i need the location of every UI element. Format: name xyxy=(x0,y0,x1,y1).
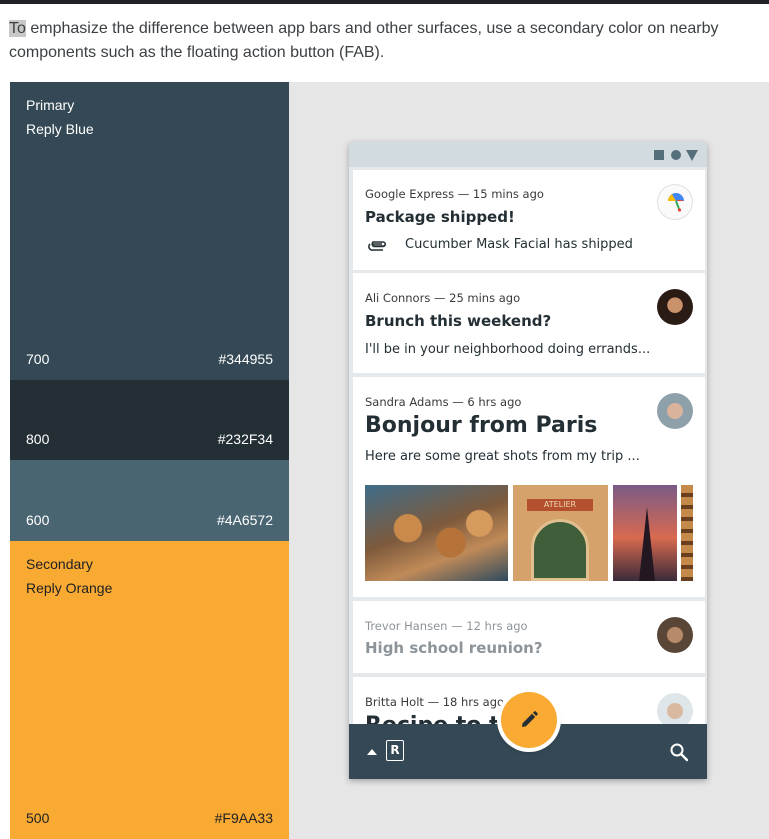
email-preview: Cucumber Mask Facial has shipped xyxy=(405,237,633,252)
email-card[interactable]: Sandra Adams — 6 hrs ago Bonjour from Pa… xyxy=(353,377,705,597)
swatch-800: 800 #232F34 xyxy=(10,380,289,460)
color-swatches: Primary Reply Blue 700 #344955 800 #232F… xyxy=(10,82,289,839)
attachment-icon xyxy=(368,241,386,251)
photo-atelier-door[interactable]: ATELIER xyxy=(513,485,608,581)
photo-eiffel-tower[interactable] xyxy=(613,485,677,581)
swatch-hex: #F9AA33 xyxy=(214,810,273,826)
arrow-up-icon[interactable] xyxy=(367,749,377,755)
ali-connors-avatar xyxy=(657,289,693,325)
phone-screen: Google Express — 15 mins ago Package shi… xyxy=(349,142,707,779)
tower-silhouette xyxy=(639,507,655,581)
atelier-sign: ATELIER xyxy=(527,499,593,511)
swatch-color-name: Reply Blue xyxy=(26,121,94,137)
email-preview: I'll be in your neighborhood doing erran… xyxy=(365,342,651,357)
photo-attachments: ATELIER xyxy=(365,485,693,581)
google-express-logo xyxy=(657,184,693,220)
status-bar xyxy=(349,142,707,167)
device-mockup-area: Google Express — 15 mins ago Package shi… xyxy=(289,82,769,839)
email-meta: Ali Connors — 25 mins ago xyxy=(365,291,521,305)
intro-paragraph: To emphasize the difference between app … xyxy=(9,17,749,65)
photo-pastries[interactable] xyxy=(365,485,508,581)
compose-fab[interactable] xyxy=(501,692,557,748)
swatch-700: Primary Reply Blue 700 #344955 xyxy=(10,82,289,380)
swatch-hex: #232F34 xyxy=(217,431,273,447)
trevor-hansen-avatar xyxy=(657,617,693,653)
email-card[interactable]: Ali Connors — 25 mins ago Brunch this we… xyxy=(353,273,705,373)
email-meta: Britta Holt — 18 hrs ago xyxy=(365,695,505,709)
photo-macarons[interactable] xyxy=(681,485,693,581)
swatch-weight: 500 xyxy=(26,810,50,826)
door-shape xyxy=(531,519,589,581)
email-subject: High school reunion? xyxy=(365,639,543,657)
top-divider xyxy=(0,0,769,4)
triangle-icon xyxy=(686,150,698,161)
email-subject: Brunch this weekend? xyxy=(365,312,552,330)
swatch-hex: #4A6572 xyxy=(216,512,273,528)
sandra-adams-avatar xyxy=(657,393,693,429)
swatch-600: 600 #4A6572 xyxy=(10,460,289,541)
swatch-color-name: Reply Orange xyxy=(26,580,113,596)
swatch-group-label: Primary xyxy=(26,97,75,113)
reply-logo[interactable]: R xyxy=(386,740,404,761)
circle-icon xyxy=(671,150,681,160)
highlighted-text: To xyxy=(9,20,26,37)
swatch-weight: 800 xyxy=(26,431,50,447)
search-icon[interactable] xyxy=(669,742,689,762)
email-subject: Package shipped! xyxy=(365,208,515,226)
swatch-weight: 600 xyxy=(26,512,50,528)
email-preview: Here are some great shots from my trip .… xyxy=(365,449,640,464)
square-icon xyxy=(654,150,664,160)
email-meta: Trevor Hansen — 12 hrs ago xyxy=(365,619,528,633)
edit-icon xyxy=(522,711,538,727)
intro-text: emphasize the difference between app bar… xyxy=(9,20,719,61)
swatch-500: Secondary Reply Orange 500 #F9AA33 xyxy=(10,541,289,839)
email-card[interactable]: Trevor Hansen — 12 hrs ago High school r… xyxy=(353,601,705,673)
swatch-group-label: Secondary xyxy=(26,556,93,572)
email-meta: Google Express — 15 mins ago xyxy=(365,187,544,201)
swatch-weight: 700 xyxy=(26,351,50,367)
swatch-hex: #344955 xyxy=(218,351,273,367)
google-express-logo-mark xyxy=(668,193,684,212)
email-subject: Bonjour from Paris xyxy=(365,413,598,438)
email-card[interactable]: Google Express — 15 mins ago Package shi… xyxy=(353,170,705,270)
email-meta: Sandra Adams — 6 hrs ago xyxy=(365,395,522,409)
